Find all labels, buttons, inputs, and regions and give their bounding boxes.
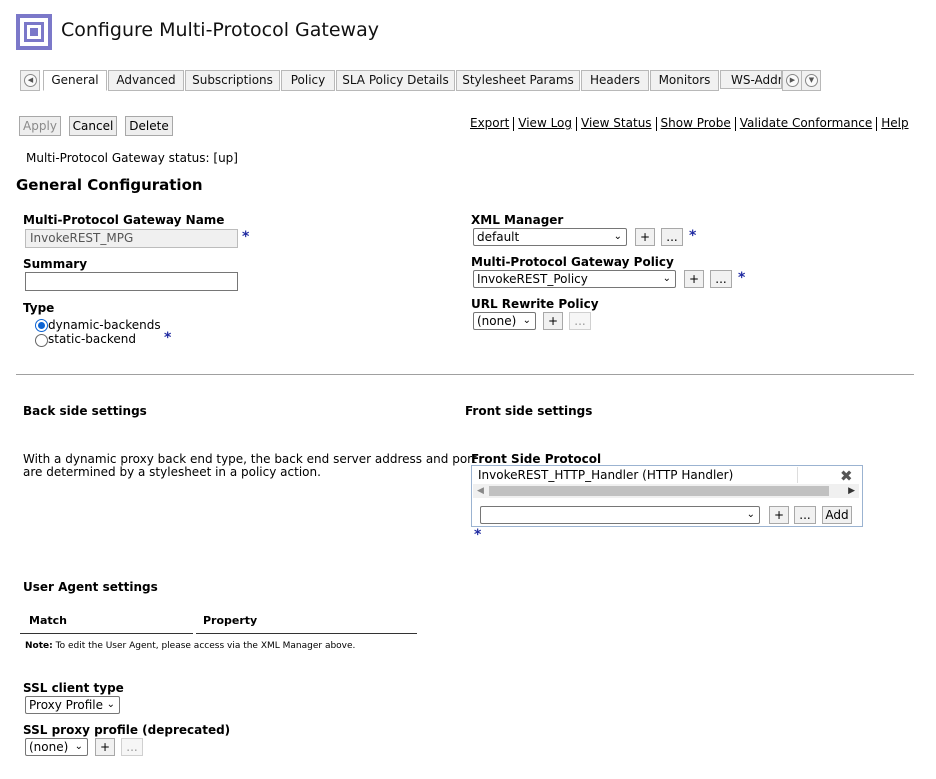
type-option-label: static-backend xyxy=(48,332,136,346)
tab-sla-policy-details[interactable]: SLA Policy Details xyxy=(336,70,455,91)
required-marker: * xyxy=(164,330,172,346)
chevron-down-icon: ▼ xyxy=(805,74,818,87)
back-side-heading: Back side settings xyxy=(23,404,147,418)
ssl-proxy-profile-select[interactable]: (none) ⌄ xyxy=(25,738,88,756)
delete-button[interactable]: Delete xyxy=(125,116,173,136)
back-side-description: are determined by a stylesheet in a poli… xyxy=(23,465,321,479)
xml-manager-label: XML Manager xyxy=(471,213,564,227)
front-side-handler-select[interactable]: ⌄ xyxy=(480,506,760,524)
tab-advanced[interactable]: Advanced xyxy=(108,70,184,91)
url-rewrite-value: (none) xyxy=(477,314,517,328)
mpg-policy-label: Multi-Protocol Gateway Policy xyxy=(471,255,674,269)
tab-monitors[interactable]: Monitors xyxy=(650,70,719,91)
ssl-client-type-value: Proxy Profile xyxy=(29,698,103,712)
chevron-right-icon[interactable]: ▶ xyxy=(848,484,855,498)
mpg-policy-select[interactable]: InvokeREST_Policy ⌄ xyxy=(473,270,676,288)
summary-field[interactable] xyxy=(25,272,238,291)
url-rewrite-add-button[interactable]: + xyxy=(543,312,563,330)
ssl-proxy-profile-add-button[interactable]: + xyxy=(95,738,115,756)
xml-manager-value: default xyxy=(477,230,520,244)
user-agent-heading: User Agent settings xyxy=(23,580,158,594)
tab-policy[interactable]: Policy xyxy=(281,70,335,91)
required-marker: * xyxy=(738,270,746,286)
xml-manager-edit-button[interactable]: ... xyxy=(661,228,683,246)
column-header-match: Match xyxy=(29,614,67,627)
summary-label: Summary xyxy=(23,257,88,271)
ssl-proxy-profile-edit-button[interactable]: ... xyxy=(121,738,143,756)
view-log-link[interactable]: View Log xyxy=(518,116,572,130)
list-divider xyxy=(797,467,798,483)
chevron-down-icon: ⌄ xyxy=(662,273,671,284)
tab-scroll-left-button[interactable]: ◀ xyxy=(20,70,40,91)
note-text: To edit the User Agent, please access vi… xyxy=(55,641,356,651)
table-divider xyxy=(20,633,193,634)
handler-add-button[interactable]: Add xyxy=(822,506,852,524)
required-marker: * xyxy=(474,527,482,543)
chevron-down-icon: ⌄ xyxy=(74,741,83,752)
gateway-status-text: Multi-Protocol Gateway status: [up] xyxy=(26,151,238,165)
front-side-heading: Front side settings xyxy=(465,404,593,418)
table-divider xyxy=(196,633,417,634)
cancel-button[interactable]: Cancel xyxy=(69,116,117,136)
back-side-description: With a dynamic proxy back end type, the … xyxy=(23,452,477,466)
mpg-policy-add-button[interactable]: + xyxy=(684,270,704,288)
type-radio-dynamic-backends[interactable] xyxy=(35,319,48,332)
scrollbar-thumb[interactable] xyxy=(489,486,829,496)
ssl-client-type-label: SSL client type xyxy=(23,681,124,695)
url-rewrite-edit-button[interactable]: ... xyxy=(569,312,591,330)
required-marker: * xyxy=(689,228,697,244)
help-link[interactable]: Help xyxy=(881,116,908,130)
tab-bar: ◀ General Advanced Subscriptions Policy … xyxy=(20,70,821,91)
chevron-down-icon: ⌄ xyxy=(746,509,755,520)
chevron-right-icon: ▶ xyxy=(786,74,799,87)
horizontal-scrollbar[interactable]: ◀ ▶ xyxy=(473,484,859,498)
validate-conformance-link[interactable]: Validate Conformance xyxy=(740,116,872,130)
datapower-logo-icon xyxy=(16,14,52,50)
xml-manager-select[interactable]: default ⌄ xyxy=(473,228,627,246)
type-label: Type xyxy=(23,301,55,315)
url-rewrite-label: URL Rewrite Policy xyxy=(471,297,599,311)
front-side-protocol-label: Front Side Protocol xyxy=(471,452,602,466)
apply-button[interactable]: Apply xyxy=(19,116,61,136)
tab-stylesheet-params[interactable]: Stylesheet Params xyxy=(456,70,580,91)
url-rewrite-select[interactable]: (none) ⌄ xyxy=(473,312,536,330)
tab-menu-button[interactable]: ▼ xyxy=(801,70,821,91)
handler-edit-button[interactable]: ... xyxy=(794,506,816,524)
export-link[interactable]: Export xyxy=(470,116,509,130)
type-option-label: dynamic-backends xyxy=(48,318,161,332)
xml-manager-add-button[interactable]: + xyxy=(635,228,655,246)
action-links: Export View Log View Status Show Probe Valid… xyxy=(470,116,909,131)
close-icon[interactable]: ✖ xyxy=(840,467,853,485)
section-divider xyxy=(16,374,914,375)
chevron-down-icon: ⌄ xyxy=(522,315,531,326)
view-status-link[interactable]: View Status xyxy=(581,116,652,130)
gateway-name-field[interactable]: InvokeREST_MPG xyxy=(25,229,238,248)
ssl-proxy-profile-value: (none) xyxy=(29,740,69,754)
chevron-down-icon: ⌄ xyxy=(613,231,622,242)
user-agent-note: Note: To edit the User Agent, please acc… xyxy=(25,641,355,651)
list-item[interactable]: InvokeREST_HTTP_Handler (HTTP Handler) xyxy=(478,468,733,482)
general-config-heading: General Configuration xyxy=(16,176,203,194)
chevron-left-icon: ◀ xyxy=(24,74,37,87)
type-radio-static-backend[interactable] xyxy=(35,334,48,347)
tab-scroll-right-button[interactable]: ▶ xyxy=(782,70,802,91)
ssl-client-type-select[interactable]: Proxy Profile ⌄ xyxy=(25,696,120,714)
mpg-policy-edit-button[interactable]: ... xyxy=(710,270,732,288)
mpg-policy-value: InvokeREST_Policy xyxy=(477,272,588,286)
page-title: Configure Multi-Protocol Gateway xyxy=(61,19,379,41)
chevron-down-icon: ⌄ xyxy=(106,699,115,710)
handler-add-new-button[interactable]: + xyxy=(769,506,789,524)
required-marker: * xyxy=(242,229,250,245)
chevron-left-icon[interactable]: ◀ xyxy=(477,484,484,498)
tab-general[interactable]: General xyxy=(43,70,107,91)
tab-headers[interactable]: Headers xyxy=(581,70,649,91)
show-probe-link[interactable]: Show Probe xyxy=(661,116,731,130)
front-side-protocol-list: InvokeREST_HTTP_Handler (HTTP Handler) ✖… xyxy=(471,465,863,527)
tab-ws-addr[interactable]: WS-Addr xyxy=(720,70,782,89)
ssl-proxy-profile-label: SSL proxy profile (deprecated) xyxy=(23,723,231,737)
note-label: Note: xyxy=(25,641,53,651)
gateway-name-label: Multi-Protocol Gateway Name xyxy=(23,213,225,227)
tab-subscriptions[interactable]: Subscriptions xyxy=(185,70,280,91)
column-header-property: Property xyxy=(203,614,258,627)
